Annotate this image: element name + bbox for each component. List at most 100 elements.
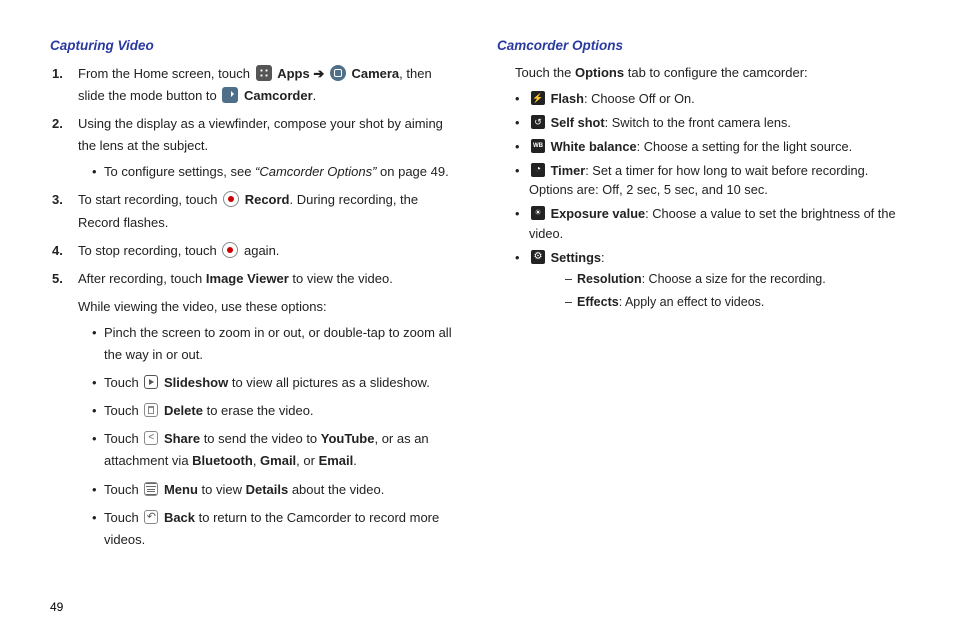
- self-shot-icon: [531, 115, 545, 129]
- settings-icon: [531, 250, 545, 264]
- step1-text-a: From the Home screen, touch: [78, 66, 254, 81]
- step5-line2: While viewing the video, use these optio…: [78, 299, 327, 314]
- step5-text-b: to view the video.: [289, 271, 393, 286]
- email-label: Email: [319, 453, 354, 468]
- step4-text-b: again.: [244, 243, 279, 258]
- sub-share-pre: Touch: [104, 431, 142, 446]
- apps-icon: [256, 65, 272, 81]
- sub-share-mid: to send the video to: [200, 431, 321, 446]
- step2-sub-suffix: on page 49.: [376, 164, 448, 179]
- flash-text: : Choose Off or On.: [584, 91, 695, 106]
- step2-text: Using the display as a viewfinder, compo…: [78, 116, 443, 153]
- sub-share: Touch Share to send the video to YouTube…: [92, 428, 457, 472]
- manual-page: Capturing Video From the Home screen, to…: [0, 0, 954, 636]
- settings-resolution: Resolution: Choose a size for the record…: [565, 270, 904, 289]
- sub-slideshow-pre: Touch: [104, 375, 142, 390]
- opt-self-shot: Self shot: Switch to the front camera le…: [515, 113, 904, 133]
- step3-text-a: To start recording, touch: [78, 192, 221, 207]
- step-2: Using the display as a viewfinder, compo…: [78, 113, 457, 183]
- intro-a: Touch the: [515, 65, 575, 80]
- slideshow-label: Slideshow: [164, 375, 228, 390]
- camcorder-options-body: Touch the Options tab to configure the c…: [497, 63, 904, 313]
- left-column: Capturing Video From the Home screen, to…: [50, 38, 457, 616]
- sub-menu: Touch Menu to view Details about the vid…: [92, 479, 457, 501]
- arrow-icon: ➔: [313, 66, 328, 81]
- apps-label: Apps: [277, 66, 310, 81]
- bluetooth-label: Bluetooth: [192, 453, 253, 468]
- exposure-label: Exposure value: [551, 206, 646, 221]
- share-icon: [144, 431, 158, 445]
- camera-label: Camera: [351, 66, 399, 81]
- self-shot-text: : Switch to the front camera lens.: [605, 115, 791, 130]
- right-column: Camcorder Options Touch the Options tab …: [497, 38, 904, 616]
- slideshow-icon: [144, 375, 158, 389]
- resolution-text: : Choose a size for the recording.: [642, 272, 826, 286]
- capturing-video-heading: Capturing Video: [50, 38, 457, 53]
- back-icon: [144, 510, 158, 524]
- settings-text: :: [601, 250, 605, 265]
- step1-text-end: .: [313, 88, 317, 103]
- opt-settings: Settings: Resolution: Choose a size for …: [515, 248, 904, 313]
- white-balance-text: : Choose a setting for the light source.: [637, 139, 853, 154]
- camcorder-options-heading: Camcorder Options: [497, 38, 904, 53]
- step2-sublist: To configure settings, see “Camcorder Op…: [78, 161, 457, 183]
- effects-label: Effects: [577, 295, 619, 309]
- step-3: To start recording, touch Record. During…: [78, 189, 457, 233]
- back-label: Back: [164, 510, 195, 525]
- delete-icon: [144, 403, 158, 417]
- share-label: Share: [164, 431, 200, 446]
- settings-label: Settings: [551, 250, 601, 265]
- self-shot-label: Self shot: [551, 115, 605, 130]
- opt-timer: Timer: Set a timer for how long to wait …: [515, 161, 904, 201]
- effects-text: : Apply an effect to videos.: [619, 295, 765, 309]
- image-viewer-label: Image Viewer: [206, 271, 289, 286]
- record-icon: [223, 191, 239, 207]
- step2-sub-prefix: To configure settings, see: [104, 164, 255, 179]
- gmail-label: Gmail: [260, 453, 296, 468]
- settings-sublist: Resolution: Choose a size for the record…: [565, 270, 904, 313]
- settings-effects: Effects: Apply an effect to videos.: [565, 293, 904, 312]
- step-4: To stop recording, touch again.: [78, 240, 457, 262]
- sub-menu-mid: to view: [198, 482, 246, 497]
- sub-back: Touch Back to return to the Camcorder to…: [92, 507, 457, 551]
- sub-menu-pre: Touch: [104, 482, 142, 497]
- opt-white-balance: White balance: Choose a setting for the …: [515, 137, 904, 157]
- timer-icon: [531, 163, 545, 177]
- white-balance-icon: [531, 139, 545, 153]
- sub-delete-post: to erase the video.: [203, 403, 314, 418]
- details-label: Details: [246, 482, 289, 497]
- record-label: Record: [245, 192, 290, 207]
- options-label: Options: [575, 65, 624, 80]
- menu-label: Menu: [164, 482, 198, 497]
- intro-b: tab to configure the camcorder:: [624, 65, 808, 80]
- step4-text-a: To stop recording, touch: [78, 243, 220, 258]
- step-5: After recording, touch Image Viewer to v…: [78, 268, 457, 551]
- menu-icon: [144, 482, 158, 496]
- camera-icon: [330, 65, 346, 81]
- delete-label: Delete: [164, 403, 203, 418]
- camcorder-options-list: Flash: Choose Off or On. Self shot: Swit…: [515, 89, 904, 312]
- opt-flash: Flash: Choose Off or On.: [515, 89, 904, 109]
- sub-back-pre: Touch: [104, 510, 142, 525]
- resolution-label: Resolution: [577, 272, 642, 286]
- sub-menu-post: about the video.: [288, 482, 384, 497]
- sub-slideshow-post: to view all pictures as a slideshow.: [228, 375, 430, 390]
- timer-label: Timer: [551, 163, 586, 178]
- sub-pinch-text: Pinch the screen to zoom in or out, or d…: [104, 325, 452, 362]
- step2-sub-item: To configure settings, see “Camcorder Op…: [92, 161, 457, 183]
- step5-text-a: After recording, touch: [78, 271, 206, 286]
- youtube-label: YouTube: [321, 431, 375, 446]
- white-balance-label: White balance: [551, 139, 637, 154]
- sub-pinch: Pinch the screen to zoom in or out, or d…: [92, 322, 457, 366]
- flash-icon: [531, 91, 545, 105]
- sub-delete: Touch Delete to erase the video.: [92, 400, 457, 422]
- step5-sublist: Pinch the screen to zoom in or out, or d…: [78, 322, 457, 551]
- opt-exposure: Exposure value: Choose a value to set th…: [515, 204, 904, 244]
- page-number: 49: [50, 600, 63, 614]
- camcorder-options-ref: “Camcorder Options”: [255, 164, 376, 179]
- sub-slideshow: Touch Slideshow to view all pictures as …: [92, 372, 457, 394]
- sub-delete-pre: Touch: [104, 403, 142, 418]
- step-1: From the Home screen, touch Apps ➔ Camer…: [78, 63, 457, 107]
- flash-label: Flash: [551, 91, 584, 106]
- camcorder-label: Camcorder: [244, 88, 313, 103]
